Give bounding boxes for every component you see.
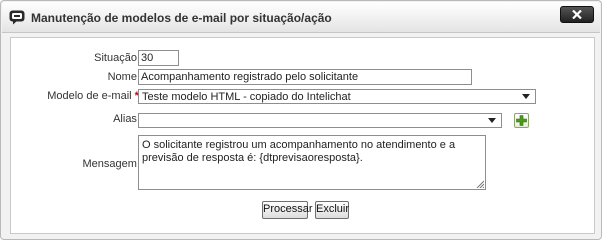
close-button[interactable] (560, 6, 594, 23)
alias-label: Alias: (113, 113, 143, 125)
dialog-titlebar[interactable]: Manutenção de modelos de e-mail por situ… (2, 2, 600, 33)
plus-icon (516, 115, 527, 126)
close-x-icon (572, 10, 582, 19)
dialog-title: Manutenção de modelos de e-mail por situ… (31, 11, 332, 25)
modelo-select[interactable]: Teste modelo HTML - copiado do Intelicha… (138, 89, 536, 104)
processar-button[interactable]: Processar (262, 201, 313, 219)
chevron-down-icon (488, 118, 496, 123)
add-alias-button[interactable] (514, 113, 529, 128)
mensagem-textarea[interactable]: O solicitante registrou um acompanhament… (138, 135, 486, 190)
situacao-label: Situação: (94, 52, 143, 64)
mensagem-label: Mensagem: (82, 158, 143, 170)
form-panel: Situação: 30 Nome: Acompanhamento regist… (10, 37, 595, 234)
alias-select[interactable] (138, 113, 502, 128)
excluir-button[interactable]: Excluir (315, 201, 349, 219)
situacao-input[interactable]: 30 (138, 50, 179, 66)
modelo-label: Modelo de e-mail *: (47, 90, 143, 102)
chevron-down-icon (522, 94, 530, 99)
dialog-window: Manutenção de modelos de e-mail por situ… (0, 0, 602, 240)
nome-label: Nome: (107, 71, 143, 83)
chat-bubble-icon (9, 10, 25, 25)
nome-input[interactable]: Acompanhamento registrado pelo solicitan… (138, 69, 472, 85)
resize-handle-icon[interactable] (476, 180, 484, 188)
